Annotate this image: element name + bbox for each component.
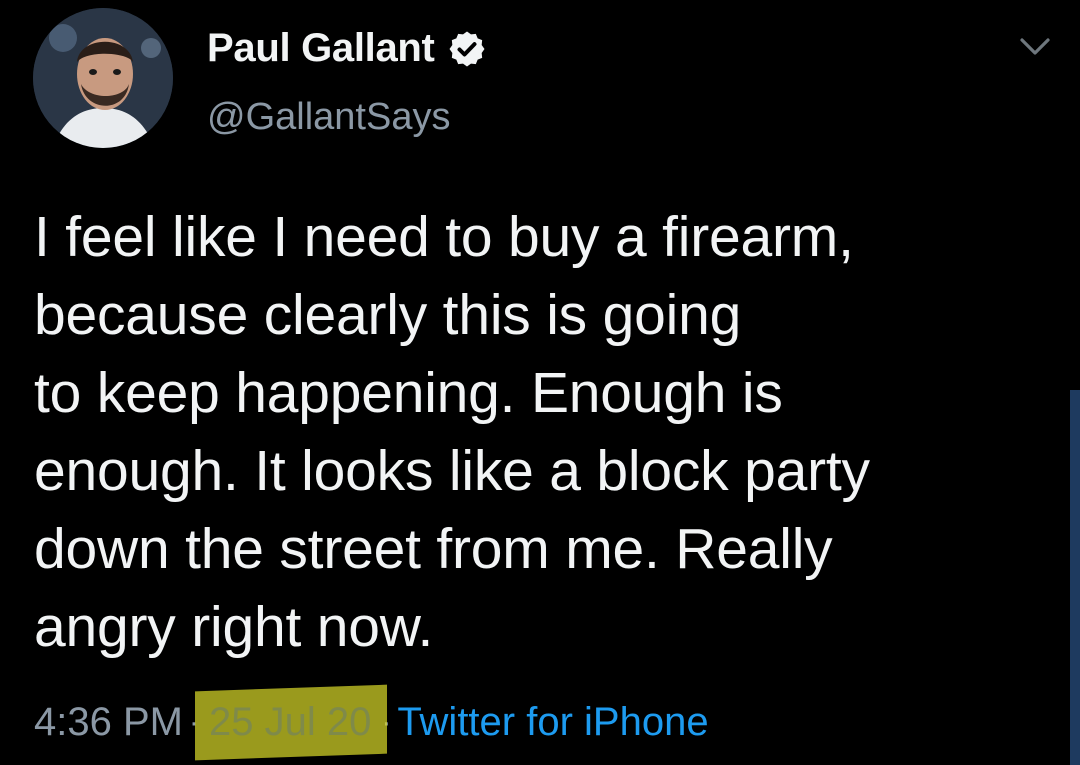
tweet-card: Paul Gallant @GallantSays I feel like I … [0,0,1080,765]
tweet-source-link[interactable]: Twitter for iPhone [397,700,708,745]
tweet-date-highlighted[interactable]: 25 Jul 20 [205,700,375,745]
tweet-text-line: to keep happening. Enough is [34,361,783,425]
scrollbar[interactable] [1070,390,1080,765]
tweet-date[interactable]: 25 Jul 20 [209,700,371,744]
tweet-time[interactable]: 4:36 PM [34,700,183,745]
author-handle[interactable]: @GallantSays [207,96,450,139]
avatar[interactable] [33,8,173,148]
avatar-photo [33,8,173,148]
tweet-text-line: I feel like I need to buy a firearm, [34,205,854,269]
chevron-down-icon[interactable] [1018,34,1052,60]
tweet-text-line: angry right now. [34,595,434,659]
tweet-text-line: enough. It looks like a block party [34,439,870,503]
tweet-text: I feel like I need to buy a firearm, bec… [34,198,1034,666]
tweet-text-line: because clearly this is going [34,283,742,347]
tweet-text-line: down the street from me. Really [34,517,833,581]
tweet-meta: 4:36 PM · 25 Jul 20 · Twitter for iPhone [34,700,709,745]
author-name-text[interactable]: Paul Gallant [207,26,435,71]
verified-badge-icon [449,31,485,66]
author-display-name[interactable]: Paul Gallant [207,26,487,71]
